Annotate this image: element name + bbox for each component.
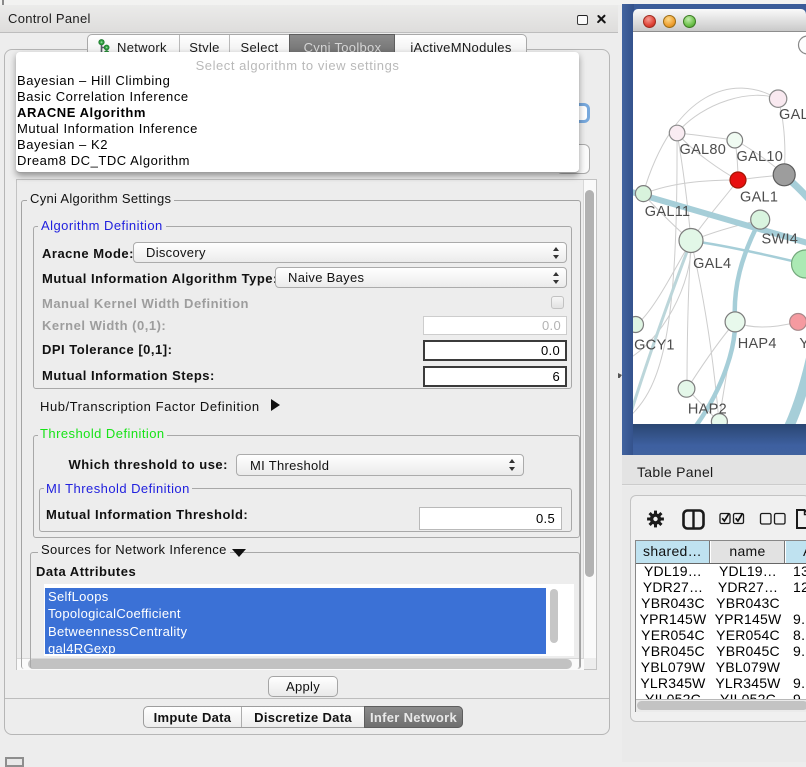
svg-text:Y: Y (799, 336, 806, 352)
svg-text:GAL10: GAL10 (737, 149, 784, 165)
svg-text:HAP4: HAP4 (738, 336, 777, 352)
svg-text:GAL1: GAL1 (740, 190, 778, 206)
svg-text:GAL2: GAL2 (779, 107, 806, 123)
svg-text:HAP2: HAP2 (688, 402, 727, 418)
svg-text:GAL4: GAL4 (693, 256, 731, 272)
svg-text:GAL11: GAL11 (645, 204, 691, 220)
svg-text:GCY1: GCY1 (634, 337, 675, 353)
svg-text:SWI4: SWI4 (762, 232, 799, 248)
svg-text:GAL80: GAL80 (680, 142, 727, 158)
